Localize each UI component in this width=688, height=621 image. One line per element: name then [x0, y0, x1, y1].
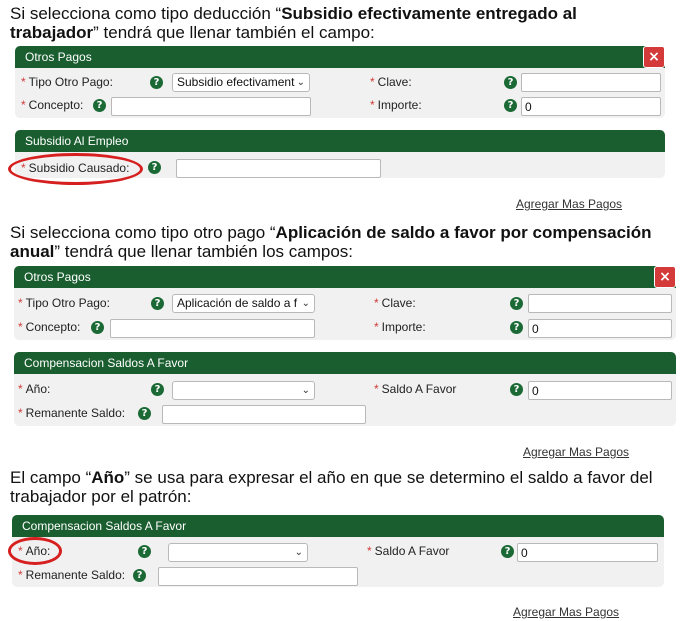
subsidio-causado-input[interactable] — [176, 159, 381, 178]
close-icon[interactable]: × — [654, 266, 676, 288]
importe-label: * Importe: — [370, 98, 422, 112]
help-icon[interactable]: ? — [133, 569, 146, 582]
highlight-ring — [8, 537, 62, 565]
clave-label: * Clave: — [370, 75, 412, 89]
remanente-saldo-input[interactable] — [158, 567, 358, 586]
saldo-a-favor-label: * Saldo A Favor — [367, 544, 450, 558]
otros-pagos-panel: Otros Pagos × * Tipo Otro Pago: ? Subsidi… — [15, 46, 665, 118]
paragraph-text: El campo “ — [10, 468, 92, 487]
chevron-down-icon: ⌄ — [301, 385, 310, 396]
panel-header: Otros Pagos — [14, 266, 676, 288]
saldo-a-favor-input[interactable] — [528, 381, 672, 400]
help-icon[interactable]: ? — [91, 321, 104, 334]
remanente-saldo-input[interactable] — [162, 405, 366, 424]
help-icon[interactable]: ? — [510, 297, 523, 310]
help-icon[interactable]: ? — [138, 545, 151, 558]
help-icon[interactable]: ? — [93, 99, 106, 112]
anio-label: * Año: — [18, 382, 51, 396]
importe-input[interactable] — [521, 97, 661, 116]
paragraph-text: ” tendrá que llenar también los campos: — [54, 242, 354, 261]
help-icon[interactable]: ? — [501, 545, 514, 558]
help-icon[interactable]: ? — [504, 76, 517, 89]
paragraph-text: ” tendrá que llenar también el campo: — [93, 23, 375, 42]
help-icon[interactable]: ? — [510, 321, 523, 334]
help-icon[interactable]: ? — [151, 297, 164, 310]
chevron-down-icon: ⌄ — [296, 77, 305, 88]
anio-select[interactable]: ⌄ — [168, 543, 308, 562]
panel-header: Otros Pagos — [15, 46, 665, 68]
panel-header: Subsidio Al Empleo — [15, 130, 665, 152]
clave-input[interactable] — [521, 73, 661, 92]
concepto-input[interactable] — [110, 319, 315, 338]
help-icon[interactable]: ? — [148, 161, 161, 174]
tipo-otro-pago-label: * Tipo Otro Pago: — [18, 296, 110, 310]
clave-input[interactable] — [528, 294, 672, 313]
tipo-otro-pago-select[interactable]: Subsidio efectivament ⌄ — [172, 73, 310, 92]
close-icon[interactable]: × — [643, 46, 665, 68]
compensacion-saldos-panel: Compensacion Saldos A Favor * Año: ? ⌄ * S… — [12, 515, 664, 587]
instruction-paragraph-1: Si selecciona como tipo deducción “Subsi… — [10, 4, 670, 42]
importe-input[interactable] — [528, 319, 672, 338]
paragraph-bold: Año — [91, 468, 125, 487]
help-icon[interactable]: ? — [510, 383, 523, 396]
concepto-label: * Concepto: — [21, 98, 84, 112]
remanente-saldo-label: * Remanente Saldo: — [18, 406, 126, 420]
otros-pagos-panel: Otros Pagos × * Tipo Otro Pago: ? Aplicac… — [14, 266, 676, 340]
agregar-mas-pagos-link[interactable]: Agregar Mas Pagos — [513, 605, 619, 619]
saldo-a-favor-label: * Saldo A Favor — [374, 382, 457, 396]
instruction-paragraph-2: Si selecciona como tipo otro pago “Aplic… — [10, 223, 670, 261]
chevron-down-icon: ⌄ — [294, 547, 303, 558]
clave-label: * Clave: — [374, 296, 416, 310]
help-icon[interactable]: ? — [151, 383, 164, 396]
help-icon[interactable]: ? — [138, 407, 151, 420]
importe-label: * Importe: — [374, 320, 426, 334]
anio-select[interactable]: ⌄ — [172, 381, 315, 400]
concepto-label: * Concepto: — [18, 320, 81, 334]
help-icon[interactable]: ? — [150, 76, 163, 89]
tipo-otro-pago-select[interactable]: Aplicación de saldo a f ⌄ — [172, 294, 315, 313]
paragraph-text: Si selecciona como tipo otro pago “ — [10, 223, 276, 242]
help-icon[interactable]: ? — [504, 99, 517, 112]
chevron-down-icon: ⌄ — [301, 298, 310, 309]
concepto-input[interactable] — [111, 97, 311, 116]
paragraph-text: Si selecciona como tipo deducción “ — [10, 4, 282, 23]
tipo-otro-pago-label: * Tipo Otro Pago: — [21, 75, 113, 89]
panel-header: Compensacion Saldos A Favor — [14, 352, 676, 374]
agregar-mas-pagos-link[interactable]: Agregar Mas Pagos — [516, 197, 622, 211]
highlight-ring — [8, 153, 143, 185]
instruction-paragraph-3: El campo “Año” se usa para expresar el a… — [10, 468, 682, 506]
agregar-mas-pagos-link[interactable]: Agregar Mas Pagos — [523, 445, 629, 459]
remanente-saldo-label: * Remanente Saldo: — [18, 568, 126, 582]
panel-header: Compensacion Saldos A Favor — [12, 515, 664, 537]
saldo-a-favor-input[interactable] — [517, 543, 658, 562]
compensacion-saldos-panel: Compensacion Saldos A Favor * Año: ? ⌄ * S… — [14, 352, 676, 426]
